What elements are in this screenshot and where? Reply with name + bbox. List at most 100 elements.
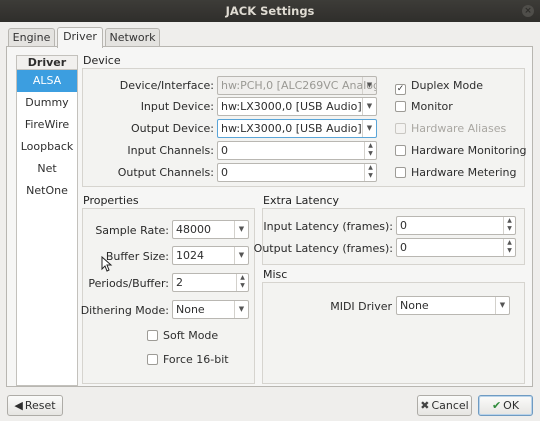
spin-arrows-icon[interactable]: ▲ ▼ [503, 217, 515, 234]
mouse-cursor-icon [101, 256, 113, 272]
checkbox-box [395, 167, 406, 178]
spin-up-icon[interactable]: ▲ [240, 274, 245, 281]
checkbox-box [395, 101, 406, 112]
chevron-down-icon: ▼ [234, 301, 248, 318]
driver-list[interactable]: Driver ALSA Dummy FireWire Loopback Net … [16, 55, 78, 386]
soft-mode-checkbox[interactable]: Soft Mode [147, 329, 218, 342]
tab-engine[interactable]: Engine [8, 28, 55, 47]
title-bar: JACK Settings × [0, 0, 540, 22]
input-device-combo[interactable]: hw:LX3000,0 [USB Audio] ▼ [217, 97, 377, 116]
input-latency-label: Input Latency (frames): [263, 220, 393, 233]
device-interface-combo: hw:PCH,0 [ALC269VC Analog] ▼ [217, 76, 377, 95]
driver-item-alsa[interactable]: ALSA [17, 70, 77, 92]
spin-down-icon[interactable]: ▼ [507, 225, 512, 232]
output-channels-label: Output Channels: [117, 166, 214, 179]
extra-latency-group-title: Extra Latency [263, 194, 340, 207]
driver-list-header: Driver [17, 56, 77, 70]
reset-button[interactable]: ◀ Reset [7, 395, 63, 416]
dithering-mode-label: Dithering Mode: [80, 304, 169, 317]
device-interface-value: hw:PCH,0 [ALC269VC Analog] [221, 79, 377, 92]
duplex-mode-checkbox[interactable]: ✓ Duplex Mode [395, 79, 483, 95]
driver-item-firewire[interactable]: FireWire [17, 114, 77, 136]
sample-rate-combo[interactable]: 48000 ▼ [172, 220, 249, 239]
window-title: JACK Settings [225, 4, 315, 18]
periods-buffer-label: Periods/Buffer: [88, 277, 169, 290]
cancel-button-label: Cancel [431, 399, 469, 412]
spin-up-icon[interactable]: ▲ [368, 142, 373, 149]
checkbox-box [395, 123, 406, 134]
spin-arrows-icon[interactable]: ▲ ▼ [503, 239, 515, 256]
checkbox-box [147, 330, 158, 341]
monitor-label: Monitor [411, 100, 453, 113]
buffer-size-label: Buffer Size: [105, 250, 169, 263]
driver-item-net[interactable]: Net [17, 158, 77, 180]
sample-rate-value: 48000 [176, 223, 211, 236]
device-interface-label: Device/Interface: [119, 79, 214, 92]
device-group-title: Device [83, 54, 121, 67]
spin-up-icon[interactable]: ▲ [507, 217, 512, 224]
input-channels-value: 0 [221, 144, 228, 157]
midi-driver-combo[interactable]: None ▼ [396, 296, 510, 315]
cancel-icon: ✖ [420, 399, 430, 412]
input-device-label: Input Device: [140, 100, 214, 113]
output-device-value: hw:LX3000,0 [USB Audio] [221, 122, 362, 135]
spin-arrows-icon[interactable]: ▲ ▼ [236, 274, 248, 291]
hardware-aliases-checkbox: Hardware Aliases [395, 122, 506, 135]
close-icon[interactable]: × [522, 5, 534, 17]
reset-icon: ◀ [14, 399, 23, 412]
driver-item-dummy[interactable]: Dummy [17, 92, 77, 114]
chevron-down-icon: ▼ [234, 247, 248, 264]
output-latency-value: 0 [400, 241, 407, 254]
input-latency-value: 0 [400, 219, 407, 232]
spin-arrows-icon[interactable]: ▲ ▼ [364, 142, 376, 159]
spin-arrows-icon[interactable]: ▲ ▼ [364, 164, 376, 181]
buffer-size-value: 1024 [176, 249, 204, 262]
input-device-value: hw:LX3000,0 [USB Audio] [221, 100, 362, 113]
input-channels-spinbox[interactable]: 0 ▲ ▼ [217, 141, 377, 160]
check-icon: ✓ [395, 84, 406, 95]
spin-down-icon[interactable]: ▼ [240, 282, 245, 289]
hardware-metering-label: Hardware Metering [411, 166, 517, 179]
output-latency-label: Output Latency (frames): [253, 242, 393, 255]
spin-down-icon[interactable]: ▼ [368, 172, 373, 179]
hardware-monitoring-checkbox[interactable]: Hardware Monitoring [395, 144, 526, 157]
chevron-down-icon: ▼ [234, 221, 248, 238]
spin-up-icon[interactable]: ▲ [368, 164, 373, 171]
spin-down-icon[interactable]: ▼ [368, 150, 373, 157]
cancel-button[interactable]: ✖ Cancel [417, 395, 472, 416]
driver-item-loopback[interactable]: Loopback [17, 136, 77, 158]
ok-button[interactable]: ✔ OK [478, 395, 533, 416]
spin-down-icon[interactable]: ▼ [507, 247, 512, 254]
output-channels-spinbox[interactable]: 0 ▲ ▼ [217, 163, 377, 182]
chevron-down-icon: ▼ [495, 297, 509, 314]
dithering-mode-combo[interactable]: None ▼ [172, 300, 249, 319]
checkbox-box [147, 354, 158, 365]
force-16bit-label: Force 16-bit [163, 353, 229, 366]
hardware-metering-checkbox[interactable]: Hardware Metering [395, 166, 516, 179]
input-channels-label: Input Channels: [127, 144, 214, 157]
tab-network[interactable]: Network [105, 28, 160, 47]
checkbox-box [395, 145, 406, 156]
force-16bit-checkbox[interactable]: Force 16-bit [147, 353, 229, 366]
chevron-down-icon: ▼ [362, 77, 376, 94]
misc-group-title: Misc [263, 268, 288, 281]
properties-group-title: Properties [83, 194, 139, 207]
monitor-checkbox[interactable]: Monitor [395, 100, 453, 113]
output-device-label: Output Device: [130, 122, 214, 135]
periods-buffer-value: 2 [176, 276, 183, 289]
buffer-size-combo[interactable]: 1024 ▼ [172, 246, 249, 265]
ok-button-label: OK [503, 399, 520, 412]
output-channels-value: 0 [221, 166, 228, 179]
output-latency-spinbox[interactable]: 0 ▲ ▼ [396, 238, 516, 257]
output-device-combo[interactable]: hw:LX3000,0 [USB Audio] ▼ [217, 119, 377, 138]
midi-driver-value: None [400, 299, 429, 312]
spin-up-icon[interactable]: ▲ [507, 239, 512, 246]
tab-driver[interactable]: Driver [57, 27, 103, 48]
input-latency-spinbox[interactable]: 0 ▲ ▼ [396, 216, 516, 235]
reset-button-label: Reset [24, 399, 56, 412]
driver-item-netone[interactable]: NetOne [17, 180, 77, 202]
dithering-mode-value: None [176, 303, 205, 316]
sample-rate-label: Sample Rate: [95, 224, 169, 237]
soft-mode-label: Soft Mode [163, 329, 219, 342]
periods-buffer-spinbox[interactable]: 2 ▲ ▼ [172, 273, 249, 292]
